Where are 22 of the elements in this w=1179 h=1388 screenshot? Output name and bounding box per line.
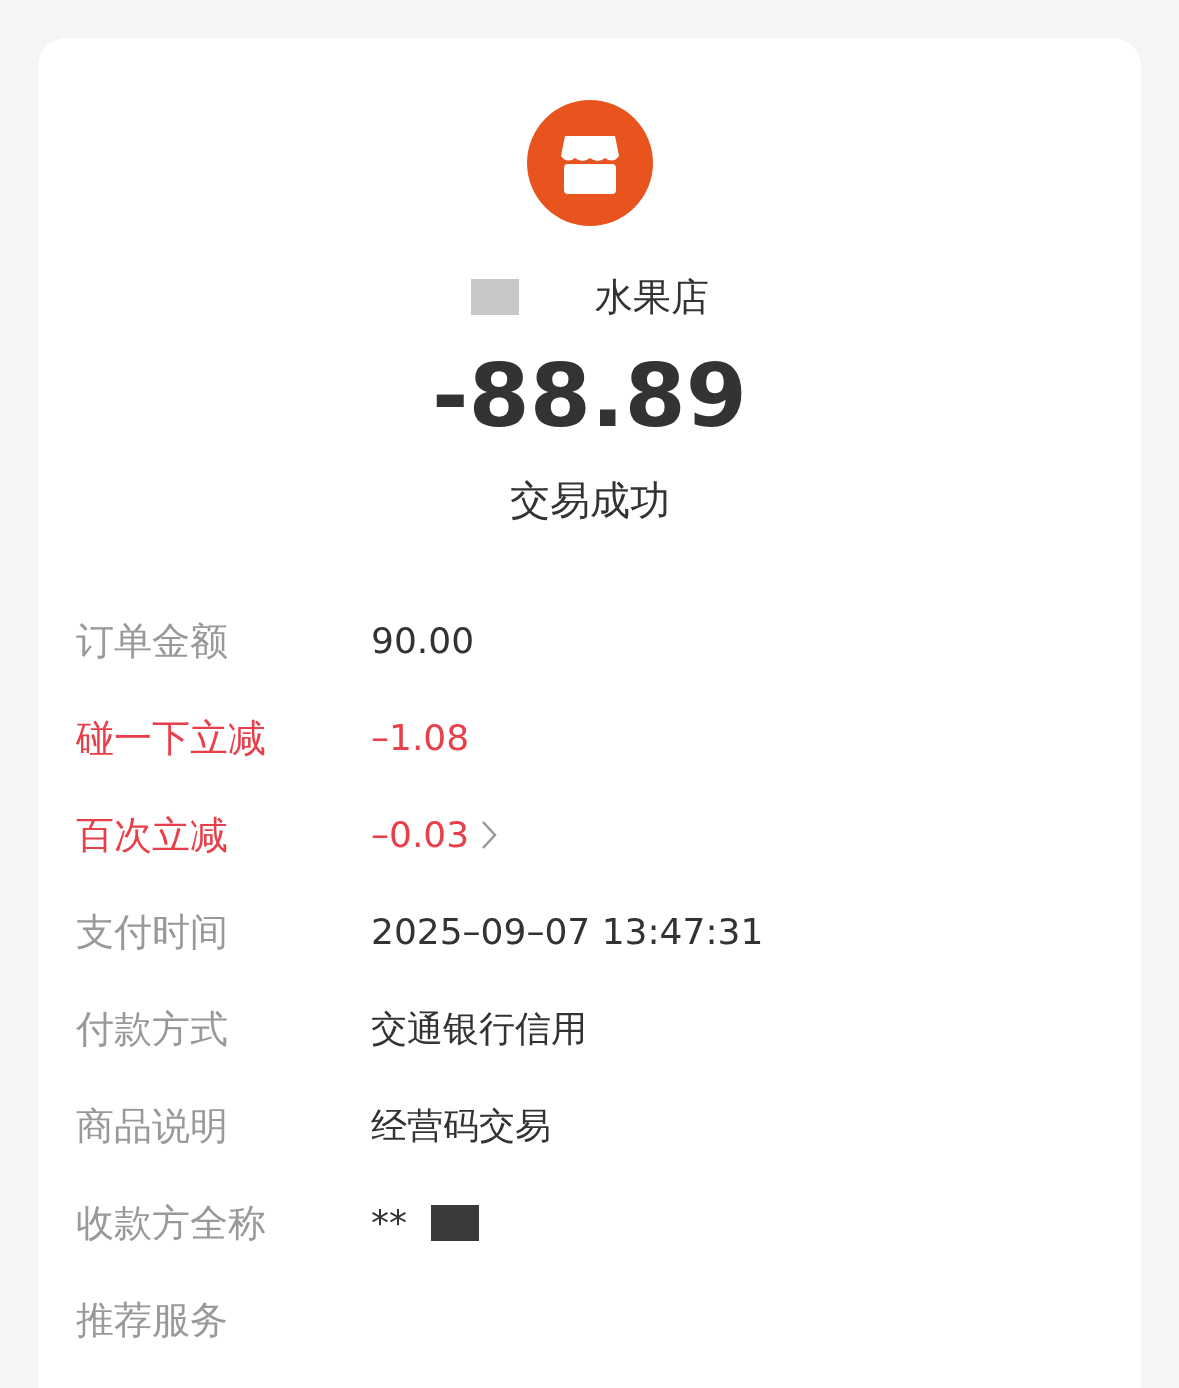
- detail-label: 订单金额: [76, 621, 229, 660]
- merchant-name: 水果店: [594, 278, 709, 316]
- shop-icon: [526, 100, 653, 226]
- detail-label: 商品说明: [76, 1106, 229, 1145]
- detail-label: 支付时间: [76, 912, 229, 951]
- detail-value: **: [371, 1204, 407, 1241]
- redaction-mark: [431, 1204, 479, 1241]
- detail-label: 碰一下立减: [76, 718, 267, 757]
- redaction-mark: [470, 279, 519, 315]
- detail-value[interactable]: –0.03: [371, 816, 470, 853]
- detail-value: 2025–09–07 13:47:31: [371, 913, 764, 950]
- detail-label: 推荐服务: [76, 1300, 229, 1339]
- detail-label: 百次立减: [76, 815, 229, 854]
- detail-value: 90.00: [371, 622, 475, 659]
- chevron-right-icon[interactable]: [481, 819, 498, 850]
- detail-value: 交通银行信用: [371, 1010, 587, 1047]
- detail-label: 收款方全称: [76, 1203, 267, 1242]
- detail-label: 付款方式: [76, 1009, 229, 1048]
- detail-value: 经营码交易: [371, 1107, 551, 1144]
- amount: -88.89: [432, 352, 747, 440]
- detail-value: –1.08: [371, 719, 470, 756]
- status: 交易成功: [509, 480, 670, 520]
